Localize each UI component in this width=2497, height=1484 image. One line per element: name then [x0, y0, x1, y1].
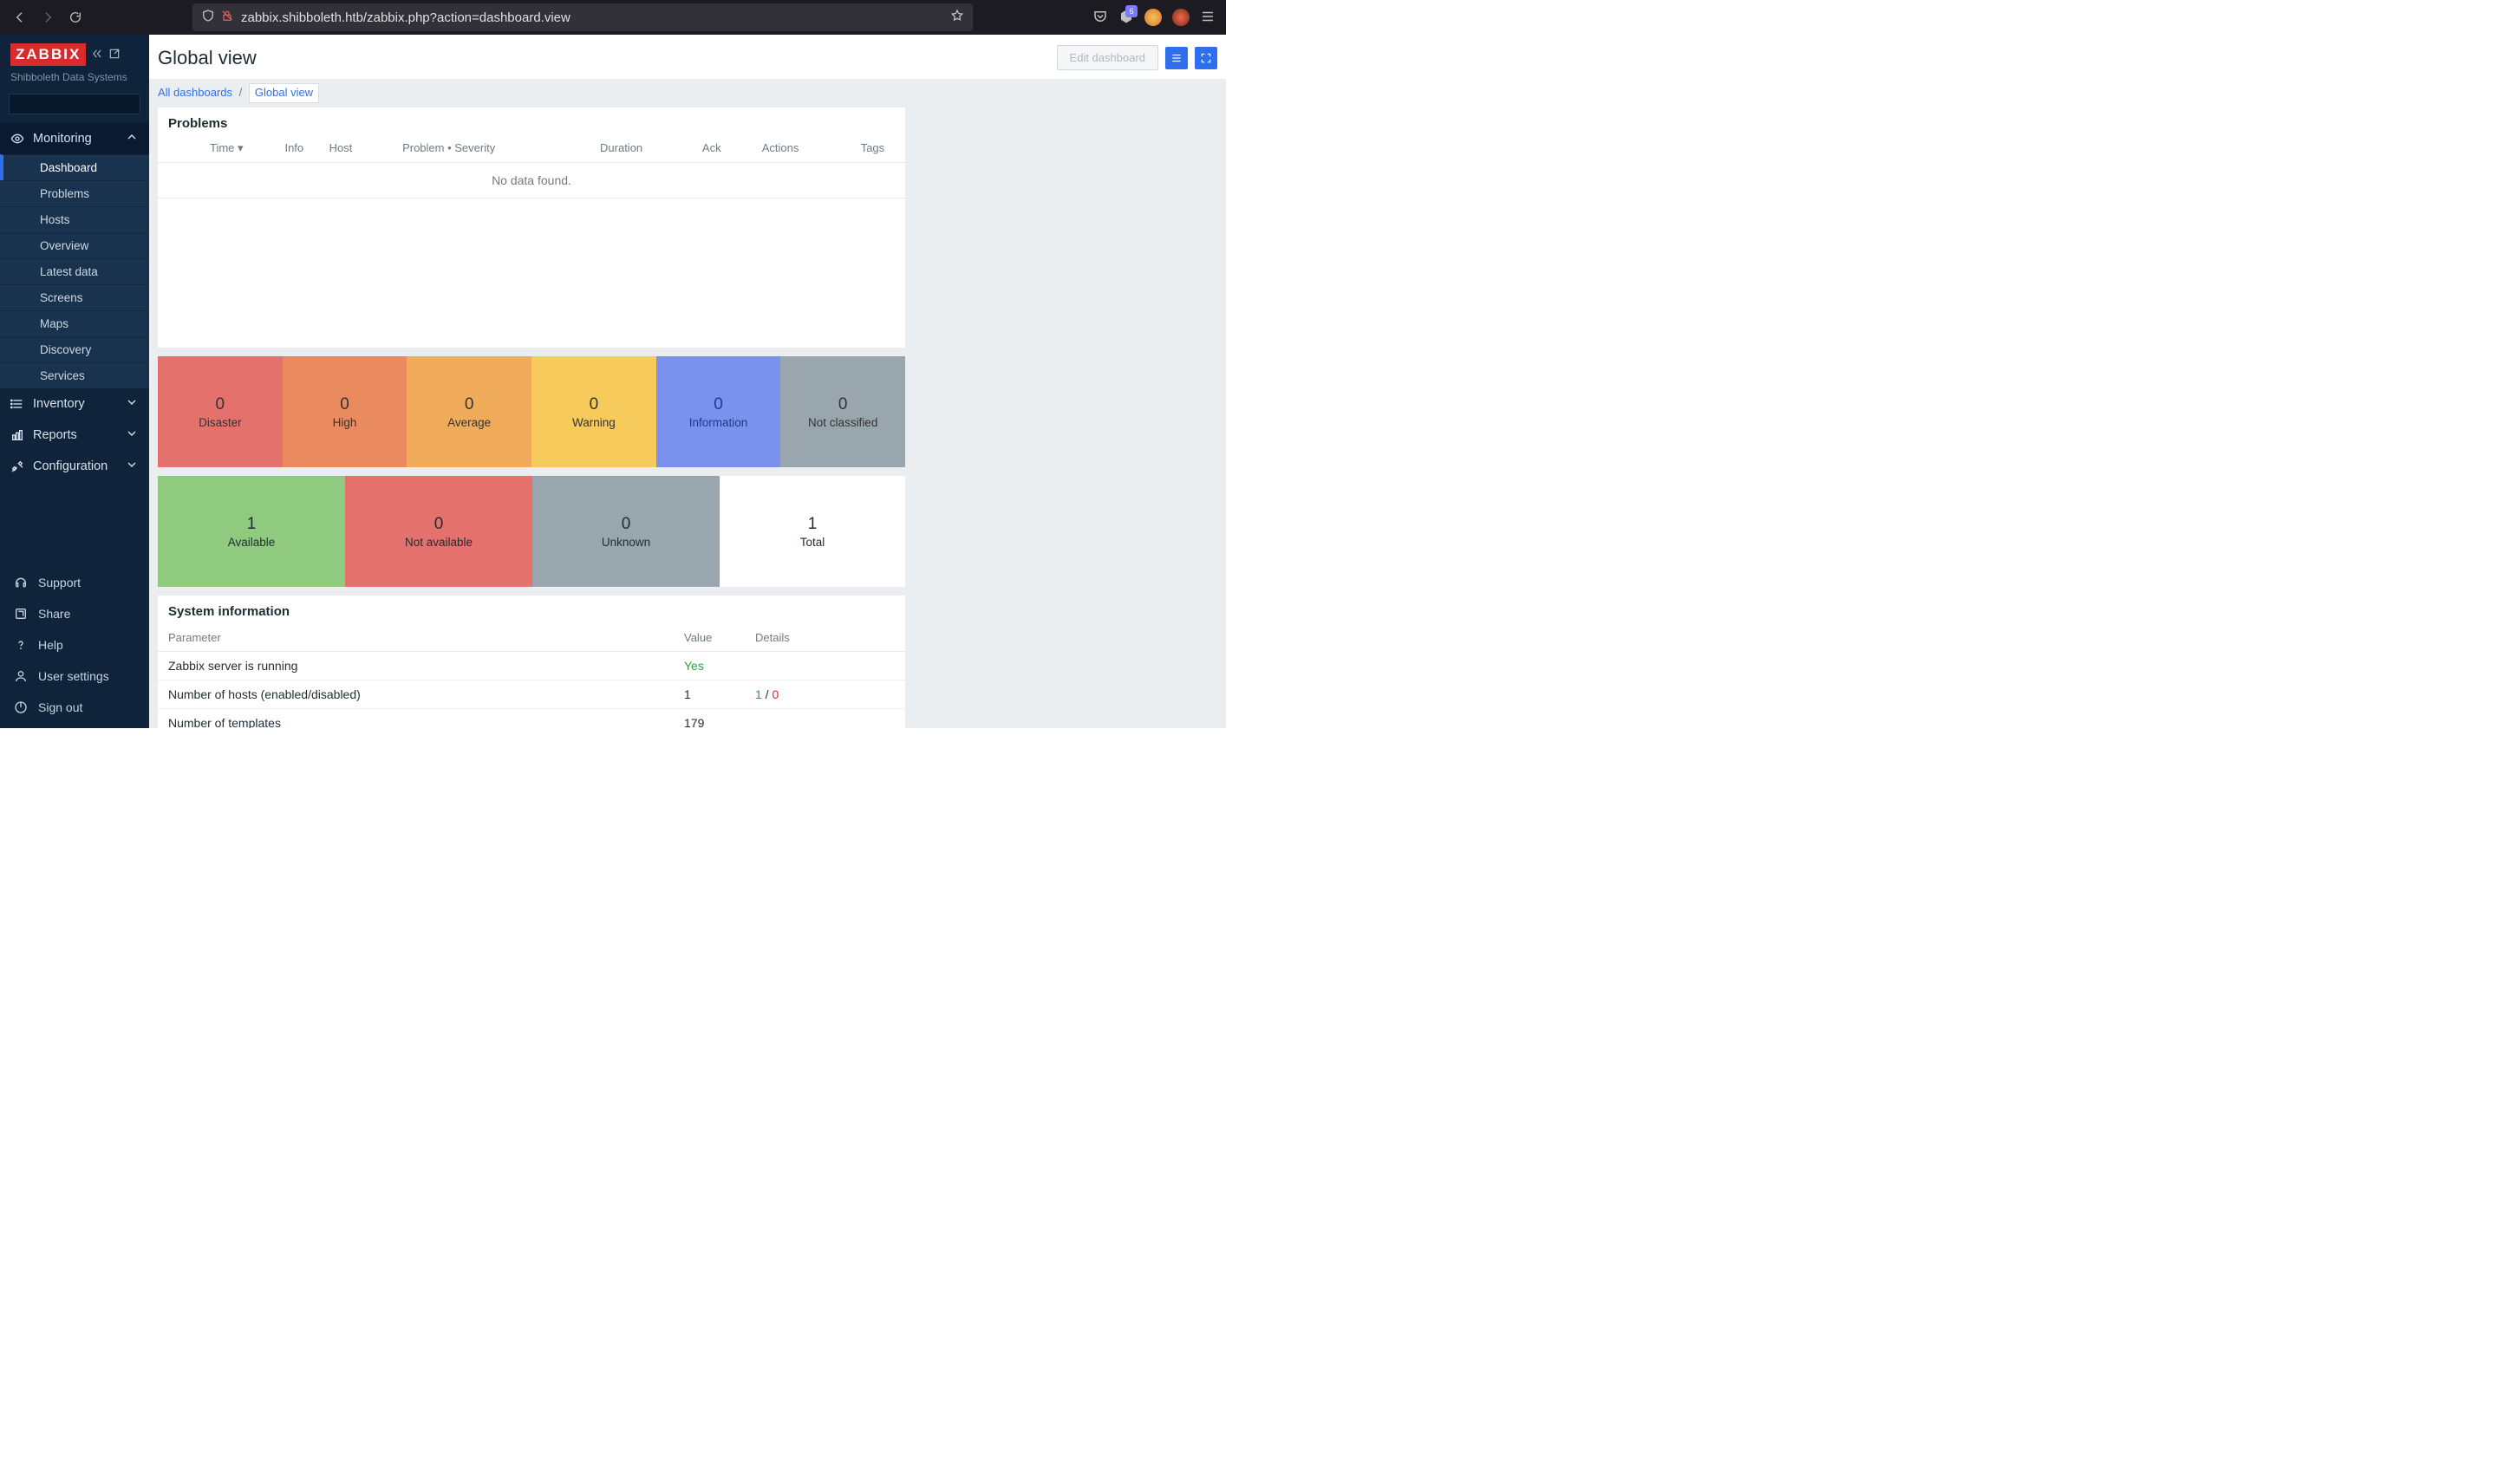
severity-information[interactable]: 0Information — [656, 356, 781, 467]
footer-share[interactable]: Share — [0, 598, 149, 629]
url-bar[interactable]: zabbix.shibboleth.htb/zabbix.php?action=… — [192, 3, 973, 31]
url-text: zabbix.shibboleth.htb/zabbix.php?action=… — [241, 10, 943, 25]
problems-col-5[interactable]: Ack — [702, 141, 762, 155]
app-logo[interactable]: ZABBIX — [10, 43, 86, 66]
sysinfo-row: Number of templates179 — [158, 709, 905, 728]
notif-badge: 6 — [1125, 5, 1138, 17]
lock-icon — [220, 9, 234, 26]
severity-widget: 0Disaster0High0Average0Warning0Informati… — [158, 356, 905, 467]
breadcrumb: All dashboards / Global view — [149, 79, 1226, 107]
severity-not-classified[interactable]: 0Not classified — [780, 356, 905, 467]
nav-configuration[interactable]: Configuration — [0, 451, 149, 482]
footer-sign-out[interactable]: Sign out — [0, 692, 149, 723]
list-view-button[interactable] — [1165, 47, 1188, 69]
problems-col-0[interactable]: Time ▾ — [210, 141, 284, 155]
forward-button[interactable] — [35, 4, 61, 30]
main-content: Global view Edit dashboard All dashboard… — [149, 35, 1226, 728]
nav-sub-problems[interactable]: Problems — [0, 180, 149, 206]
problems-col-7[interactable]: Tags — [861, 141, 895, 155]
problems-table-head: Time ▾InfoHostProblem • SeverityDuration… — [158, 138, 905, 163]
nav-sub-overview[interactable]: Overview — [0, 232, 149, 258]
nav-sub-latest-data[interactable]: Latest data — [0, 258, 149, 284]
severity-disaster[interactable]: 0Disaster — [158, 356, 283, 467]
pocket-icon[interactable] — [1092, 9, 1108, 27]
breadcrumb-current[interactable]: Global view — [249, 83, 319, 103]
availability-not-available[interactable]: 0Not available — [345, 476, 532, 587]
availability-available[interactable]: 1Available — [158, 476, 345, 587]
nav-sub-dashboard[interactable]: Dashboard — [0, 154, 149, 180]
sidebar: ZABBIX Shibboleth Data Systems Monitorin… — [0, 35, 149, 728]
problems-col-6[interactable]: Actions — [762, 141, 861, 155]
sysinfo-head-param: Parameter — [168, 631, 684, 644]
problems-title: Problems — [158, 107, 905, 138]
menu-icon[interactable] — [1200, 9, 1216, 27]
nav-sub-services[interactable]: Services — [0, 362, 149, 388]
ext-cookie-icon[interactable] — [1144, 9, 1162, 26]
problems-col-4[interactable]: Duration — [600, 141, 702, 155]
footer-help[interactable]: Help — [0, 629, 149, 661]
problems-widget: Problems Time ▾InfoHostProblem • Severit… — [158, 107, 905, 348]
page-title: Global view — [158, 47, 257, 69]
availability-unknown[interactable]: 0Unknown — [532, 476, 720, 587]
severity-average[interactable]: 0Average — [407, 356, 531, 467]
problems-col-2[interactable]: Host — [329, 141, 403, 155]
nav-inventory[interactable]: Inventory — [0, 388, 149, 420]
nav-monitoring[interactable]: Monitoring — [0, 123, 149, 154]
problems-col-3[interactable]: Problem • Severity — [402, 141, 600, 155]
problems-col-1[interactable]: Info — [284, 141, 329, 155]
sysinfo-widget: System information Parameter Value Detai… — [158, 596, 905, 728]
collapse-sidebar-icon[interactable] — [91, 48, 103, 62]
sysinfo-head-value: Value — [684, 631, 755, 644]
sysinfo-head-details: Details — [755, 631, 895, 644]
ext-foxy-icon[interactable] — [1172, 9, 1190, 26]
sidebar-search[interactable] — [9, 94, 140, 114]
nav-reports[interactable]: Reports — [0, 420, 149, 451]
extension-icon[interactable]: 6 — [1118, 9, 1134, 27]
breadcrumb-all[interactable]: All dashboards — [158, 86, 232, 99]
nav-sub-discovery[interactable]: Discovery — [0, 336, 149, 362]
footer-support[interactable]: Support — [0, 567, 149, 598]
fullscreen-button[interactable] — [1195, 47, 1217, 69]
problems-empty: No data found. — [158, 163, 905, 199]
reload-button[interactable] — [62, 4, 88, 30]
nav-sub-hosts[interactable]: Hosts — [0, 206, 149, 232]
sidebar-subtitle: Shibboleth Data Systems — [0, 69, 149, 90]
severity-warning[interactable]: 0Warning — [531, 356, 656, 467]
nav-sub-maps[interactable]: Maps — [0, 310, 149, 336]
sysinfo-title: System information — [158, 596, 905, 626]
browser-chrome: zabbix.shibboleth.htb/zabbix.php?action=… — [0, 0, 1226, 35]
popout-icon[interactable] — [108, 48, 121, 62]
back-button[interactable] — [7, 4, 33, 30]
footer-user-settings[interactable]: User settings — [0, 661, 149, 692]
sysinfo-row: Number of hosts (enabled/disabled)11 / 0 — [158, 680, 905, 709]
availability-total[interactable]: 1Total — [720, 476, 905, 587]
nav-sub-screens[interactable]: Screens — [0, 284, 149, 310]
sysinfo-row: Zabbix server is runningYes — [158, 652, 905, 680]
search-input[interactable] — [15, 98, 167, 111]
severity-high[interactable]: 0High — [283, 356, 407, 467]
availability-widget: 1Available0Not available0Unknown1Total — [158, 476, 905, 587]
edit-dashboard-button[interactable]: Edit dashboard — [1057, 45, 1158, 70]
bookmark-star-icon[interactable] — [950, 9, 964, 26]
shield-icon — [201, 9, 215, 26]
